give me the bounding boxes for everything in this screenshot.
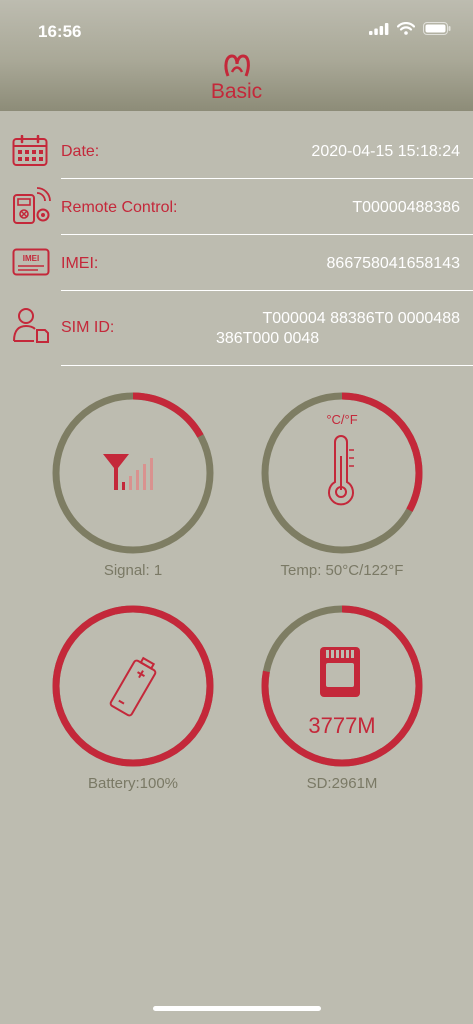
info-row-imei: IMEI IMEI: 866758041658143	[0, 235, 473, 291]
battery-caption: Battery:100%	[87, 775, 179, 792]
status-time: 16:56	[38, 22, 82, 41]
cellular-signal-icon	[369, 22, 389, 35]
sd-card-caption: SD:2961M	[306, 775, 378, 792]
sim-id-value-line2: 386T000 0048	[216, 330, 320, 347]
date-label: Date:	[61, 143, 100, 160]
info-row-date: Date: 2020-04-15 15:18:24	[0, 111, 473, 179]
signal-antenna-icon	[103, 454, 153, 490]
battery-gauge: Battery:100%	[50, 603, 216, 792]
imei-card-icon: IMEI	[12, 248, 50, 276]
sd-card-icon	[320, 647, 360, 697]
info-row-sim-id: SIM ID: T000004 88386T0 0000488 386T000 …	[0, 291, 473, 367]
sim-id-value-line1: T000004 88386T0 0000488	[262, 310, 460, 327]
thermometer-icon	[328, 435, 354, 506]
page-title: Basic	[210, 80, 263, 103]
battery-icon	[109, 656, 157, 717]
home-indicator[interactable]	[153, 1006, 321, 1011]
temperature-unit-label: °C/°F	[326, 412, 358, 427]
status-icons	[369, 22, 451, 35]
imei-icon-text: IMEI	[23, 254, 39, 263]
sd-card-capacity: 3777M	[308, 713, 376, 738]
app-logo-icon	[224, 54, 250, 77]
sd-card-gauge: 3777M SD:2961M	[259, 603, 425, 792]
signal-gauge: Signal: 1	[50, 390, 216, 579]
remote-control-label: Remote Control:	[61, 199, 178, 216]
signal-caption: Signal: 1	[103, 562, 163, 579]
battery-status-icon	[423, 22, 451, 35]
temperature-gauge: °C/°F Temp: 50°C/122°F	[259, 390, 425, 579]
wifi-icon	[397, 22, 415, 35]
calendar-icon	[12, 135, 48, 166]
remote-control-icon	[13, 187, 51, 224]
status-bar: 16:56	[0, 0, 473, 50]
row-divider	[61, 365, 473, 366]
imei-value: 866758041658143	[326, 255, 460, 272]
date-value: 2020-04-15 15:18:24	[311, 143, 460, 160]
temperature-caption: Temp: 50°C/122°F	[280, 562, 404, 579]
remote-control-value: T00000488386	[352, 199, 460, 216]
user-sim-icon	[13, 308, 49, 343]
info-row-remote-control: Remote Control: T00000488386	[0, 179, 473, 235]
imei-label: IMEI:	[61, 255, 99, 272]
sim-id-label: SIM ID:	[61, 319, 115, 336]
